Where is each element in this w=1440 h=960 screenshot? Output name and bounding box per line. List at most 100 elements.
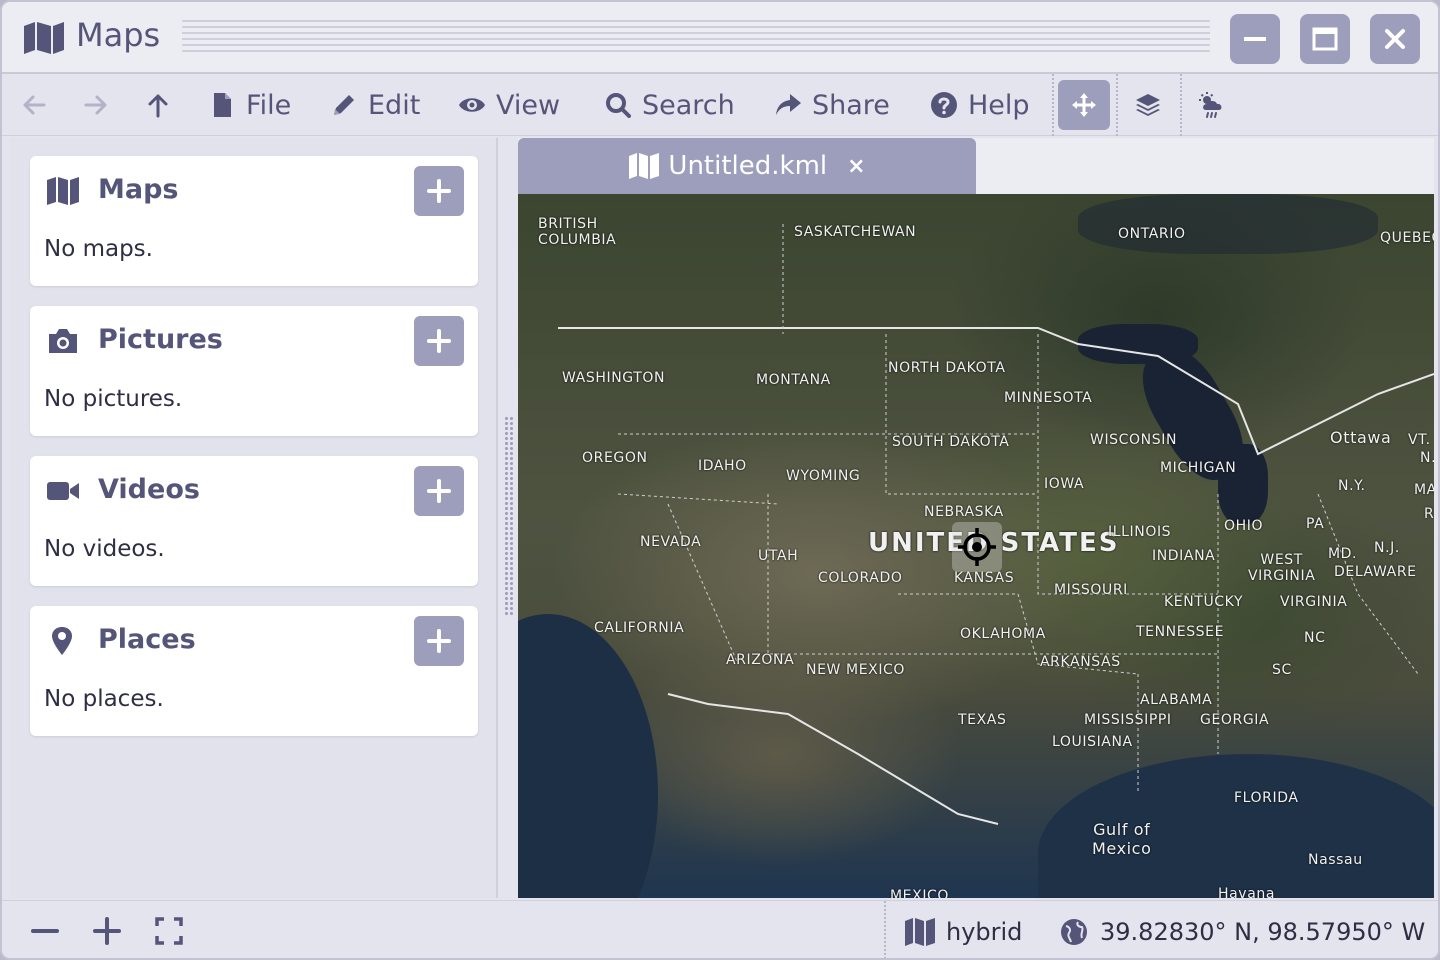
map-type-selector[interactable]: hybrid	[904, 901, 1023, 958]
coordinates-label: 39.82830° N, 98.57950° W	[1100, 918, 1426, 946]
weather-button[interactable]	[1198, 74, 1226, 136]
map-center-marker[interactable]	[952, 522, 1002, 572]
close-button[interactable]	[1370, 14, 1420, 64]
back-button[interactable]	[20, 74, 48, 136]
map-label: NORTH DAKOTA	[888, 360, 1006, 376]
search-icon	[606, 93, 631, 118]
map-label: PA	[1306, 516, 1325, 532]
map-type-label: hybrid	[946, 918, 1023, 946]
map-label: MISSOURI	[1054, 582, 1128, 598]
video-icon	[47, 482, 79, 500]
view-menu[interactable]: View	[458, 74, 560, 136]
map-label: MONTANA	[756, 372, 831, 388]
map-label: SC	[1272, 662, 1292, 678]
map-label: ARIZONA	[726, 652, 795, 668]
add-video-button[interactable]	[414, 466, 464, 516]
map-label: CALIFORNIA	[594, 620, 685, 636]
view-menu-label: View	[496, 89, 561, 121]
tab-untitled-kml[interactable]: Untitled.kml ×	[518, 138, 976, 194]
map-label: MD.	[1328, 546, 1358, 562]
map-label: WISCONSIN	[1090, 432, 1178, 448]
plus-icon	[427, 179, 451, 203]
map-label: OHIO	[1224, 518, 1264, 534]
map-label: R	[1424, 506, 1434, 522]
share-icon	[776, 94, 801, 115]
map-label: MEXICO	[890, 888, 950, 898]
title-bar[interactable]: Maps	[2, 2, 1438, 74]
help-menu-label: Help	[968, 89, 1030, 121]
help-menu[interactable]: Help	[930, 74, 1030, 136]
minimize-button[interactable]	[1230, 14, 1280, 64]
forward-button[interactable]	[82, 74, 110, 136]
empty-message: No maps.	[44, 236, 153, 262]
map-icon	[629, 153, 660, 179]
add-map-button[interactable]	[414, 166, 464, 216]
map-label: INDIANA	[1152, 548, 1216, 564]
map-label: SASKATCHEWAN	[794, 224, 917, 240]
map-label: ILLINOIS	[1108, 524, 1172, 540]
map-label: N.J.	[1374, 540, 1400, 556]
tab-close-button[interactable]: ×	[847, 154, 865, 179]
empty-message: No pictures.	[44, 386, 183, 412]
search-menu-label: Search	[642, 89, 735, 121]
edit-menu[interactable]: Edit	[330, 74, 420, 136]
camera-icon	[49, 329, 77, 353]
card-title: Pictures	[98, 324, 223, 355]
map-label: VT.	[1408, 432, 1431, 448]
coordinates-display: 39.82830° N, 98.57950° W	[1058, 901, 1426, 958]
maximize-icon	[1312, 27, 1338, 51]
cloud-rain-sun-icon	[1199, 92, 1222, 118]
up-button[interactable]	[144, 74, 172, 136]
app-window: Maps File Edit View Search Share Help Ma…	[0, 0, 1440, 960]
map-label: KENTUCKY	[1164, 594, 1244, 610]
map-label: TENNESSEE	[1136, 624, 1225, 640]
close-icon	[1385, 29, 1405, 49]
title-drag-area[interactable]	[182, 20, 1210, 56]
empty-message: No videos.	[44, 536, 165, 562]
map-label: N.Y.	[1338, 478, 1366, 494]
minimize-icon	[1244, 37, 1266, 41]
fullscreen-icon[interactable]	[153, 915, 185, 947]
map-label: WYOMING	[786, 468, 861, 484]
move-icon	[1072, 93, 1096, 117]
pan-tool[interactable]	[1070, 74, 1098, 136]
videos-card: Videos No videos.	[30, 456, 478, 586]
map-label: Gulf of Mexico	[1092, 820, 1152, 858]
card-title: Places	[98, 624, 196, 655]
map-pin-icon	[52, 627, 72, 655]
map-label: KANSAS	[954, 570, 1015, 586]
map-label: OKLAHOMA	[960, 626, 1046, 642]
arrow-left-icon	[23, 95, 46, 115]
help-icon	[931, 92, 957, 118]
toolbar: File Edit View Search Share Help	[2, 74, 1438, 136]
plus-icon	[427, 329, 451, 353]
map-label: VIRGINIA	[1280, 594, 1348, 610]
share-menu[interactable]: Share	[774, 74, 890, 136]
add-picture-button[interactable]	[414, 316, 464, 366]
pictures-card: Pictures No pictures.	[30, 306, 478, 436]
map-label: DELAWARE	[1334, 564, 1417, 580]
file-menu[interactable]: File	[208, 74, 291, 136]
toolbar-separator	[1180, 74, 1182, 136]
maximize-button[interactable]	[1300, 14, 1350, 64]
map-label: MINNESOTA	[1004, 390, 1093, 406]
zoom-in-icon[interactable]	[91, 915, 123, 947]
pencil-icon	[334, 95, 354, 115]
map-label: Havana	[1218, 886, 1276, 898]
sidebar-resize-handle[interactable]	[504, 416, 514, 616]
map-label: NEW MEXICO	[806, 662, 906, 678]
map-label: NC	[1304, 630, 1326, 646]
map-label: FLORIDA	[1234, 790, 1299, 806]
search-menu[interactable]: Search	[604, 74, 735, 136]
zoom-out-icon[interactable]	[29, 915, 61, 947]
add-place-button[interactable]	[414, 616, 464, 666]
map-label: COLORADO	[818, 570, 903, 586]
layers-button[interactable]	[1134, 74, 1162, 136]
sidebar: Maps No maps. Pictures No pictures. Vide…	[10, 138, 498, 898]
layers-icon	[1136, 94, 1160, 116]
maps-card: Maps No maps.	[30, 156, 478, 286]
map-label: LOUISIANA	[1052, 734, 1133, 750]
map-icon	[47, 177, 79, 205]
plus-icon	[427, 629, 451, 653]
map-view[interactable]: BRITISH COLUMBIA SASKATCHEWAN ONTARIO QU…	[518, 194, 1434, 898]
